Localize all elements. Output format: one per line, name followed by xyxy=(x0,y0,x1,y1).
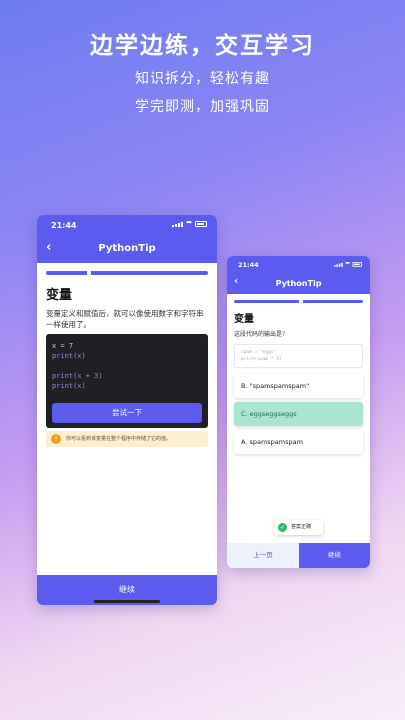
signal-icon xyxy=(172,222,183,227)
quiz-progress-bar xyxy=(234,299,363,304)
code-line: print(x) xyxy=(52,382,86,390)
status-icons xyxy=(172,221,207,227)
toast-text: 答案正确 xyxy=(291,524,312,530)
warning-icon: ! xyxy=(51,434,61,444)
lesson-title: 变量 xyxy=(46,288,73,303)
app-title: PythonTip xyxy=(98,243,156,254)
progress-marker xyxy=(299,299,303,304)
app-header: 21:44 ‹ PythonTip xyxy=(227,256,370,294)
app-title: PythonTip xyxy=(275,279,322,288)
status-time: 21:44 xyxy=(51,221,77,230)
promo-subtitle-1: 知识拆分，轻松有趣 xyxy=(135,71,270,87)
app-header: 21:44 ‹ PythonTip xyxy=(37,215,217,263)
code-line: print(x + 3) xyxy=(52,372,103,380)
progress-marker xyxy=(87,270,91,276)
promo-title: 边学边练，交互学习 xyxy=(90,33,315,59)
lesson-progress-bar xyxy=(46,270,208,276)
phone-screen-lesson: 21:44 ‹ PythonTip 变量 变量定义和赋值后，就可以像使用数字和字… xyxy=(37,215,217,605)
status-icons xyxy=(334,262,362,267)
answer-option[interactable]: B. "spamspamspam" xyxy=(234,374,363,398)
code-snippet: spam = "eggs" print(spam * 3) xyxy=(234,344,363,368)
answer-option[interactable]: A. spamspamspam xyxy=(234,430,363,454)
tip-text: 你可以看到该变量在整个程序中存储了它的值。 xyxy=(66,436,172,442)
answer-correct-toast: ✓ 答案正确 xyxy=(274,520,323,535)
lesson-description: 变量定义和赋值后，就可以像使用数字和字符串一样使用了。 xyxy=(46,309,204,329)
wifi-icon xyxy=(185,221,193,227)
status-time: 21:44 xyxy=(238,261,259,269)
quiz-question: 这段代码的输出是? xyxy=(234,331,286,338)
answer-option-correct[interactable]: C. eggseggseggs xyxy=(234,402,363,426)
continue-button[interactable]: 继续 xyxy=(299,543,370,568)
signal-icon xyxy=(334,262,343,267)
prev-page-button[interactable]: 上一页 xyxy=(227,543,299,568)
tip-banner: ! 你可以看到该变量在整个程序中存储了它的值。 xyxy=(46,431,208,447)
code-line: x = 7 xyxy=(52,342,74,350)
try-button[interactable]: 尝试一下 xyxy=(52,403,202,423)
code-line: spam = "eggs" xyxy=(241,350,277,355)
promo-subtitle-2: 学完即测，加强巩固 xyxy=(135,99,270,115)
home-indicator xyxy=(94,600,160,603)
lesson-title: 变量 xyxy=(234,314,254,325)
code-line: print(x) xyxy=(52,352,86,360)
phone-screen-quiz: 21:44 ‹ PythonTip 变量 这段代码的输出是? spam = "e… xyxy=(227,256,370,568)
check-icon: ✓ xyxy=(278,523,287,532)
battery-icon xyxy=(195,221,207,227)
code-line: print(spam * 3) xyxy=(241,357,282,362)
wifi-icon xyxy=(344,262,351,267)
battery-icon xyxy=(352,262,362,267)
